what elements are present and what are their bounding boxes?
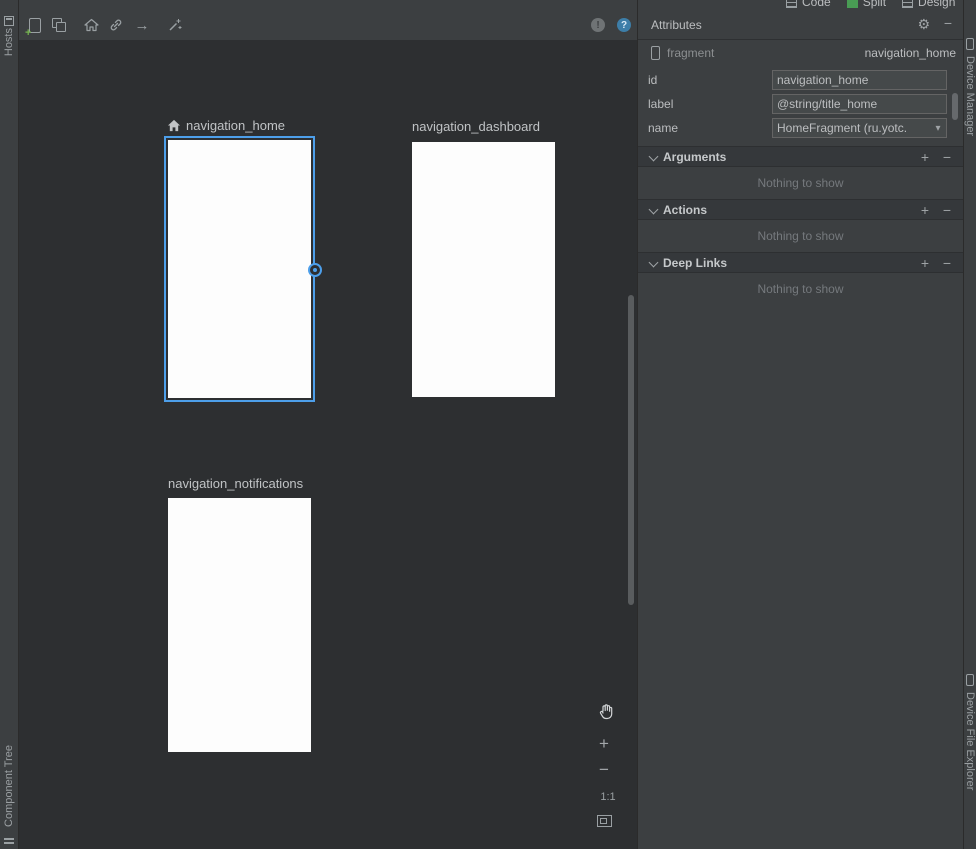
chevron-down-icon	[649, 258, 659, 268]
code-view-icon	[786, 0, 797, 8]
toolwindow-device-manager[interactable]: Device Manager	[964, 56, 976, 136]
section-arguments[interactable]: Arguments + −	[638, 146, 963, 167]
id-field-label: id	[648, 73, 657, 87]
label-field-label: label	[648, 97, 673, 111]
fragment-label-navigation-dashboard[interactable]: navigation_dashboard	[412, 119, 540, 134]
auto-arrange-icon	[167, 17, 183, 33]
chevron-down-icon	[649, 152, 659, 162]
fragment-preview-navigation-notifications[interactable]	[168, 498, 311, 752]
panel-scrollbar[interactable]	[952, 93, 958, 120]
toolwindow-device-file-explorer[interactable]: Device File Explorer	[964, 692, 976, 790]
link-destinations-button[interactable]	[107, 16, 125, 34]
new-destination-button[interactable]: +	[26, 16, 44, 34]
pan-hand-icon	[597, 703, 615, 721]
name-field-label: name	[648, 121, 678, 135]
deep-links-empty-text: Nothing to show	[638, 282, 963, 296]
hide-panel-icon[interactable]: −	[944, 15, 952, 31]
section-title: Actions	[663, 203, 707, 217]
add-action-icon[interactable]: +	[921, 202, 929, 218]
name-dropdown[interactable]: HomeFragment (ru.yotc. ▾	[772, 118, 947, 138]
remove-deep-link-icon[interactable]: −	[943, 255, 951, 271]
device-manager-icon[interactable]	[966, 38, 974, 50]
add-argument-icon[interactable]: +	[921, 149, 929, 165]
zoom-ratio-label[interactable]: 1:1	[593, 791, 623, 803]
arguments-empty-text: Nothing to show	[638, 176, 963, 190]
component-type-label: fragment	[667, 46, 714, 60]
remove-argument-icon[interactable]: −	[943, 149, 951, 165]
component-tree-icon[interactable]	[4, 838, 14, 846]
tab-design-label: Design	[918, 0, 955, 9]
fragment-icon	[651, 46, 660, 60]
fragment-preview-navigation-home[interactable]	[164, 136, 315, 402]
design-toolbar: + → ! ?	[19, 0, 637, 40]
selected-component-row: fragment navigation_home	[651, 44, 956, 62]
error-icon: !	[591, 18, 605, 32]
home-icon	[84, 18, 99, 32]
left-tool-stripe: Hosts Component Tree	[0, 0, 19, 849]
help-icon: ?	[617, 18, 631, 32]
toolwindow-component-tree[interactable]: Component Tree	[2, 745, 17, 827]
new-nested-graph-button[interactable]	[50, 16, 68, 34]
toolwindow-hosts[interactable]: Hosts	[2, 28, 17, 56]
tab-design[interactable]: Design	[902, 0, 955, 9]
zoom-to-fit-icon[interactable]	[597, 815, 612, 827]
fragment-label-navigation-home[interactable]: navigation_home	[167, 118, 285, 133]
new-destination-icon: +	[29, 18, 41, 33]
gear-icon[interactable]: ⚙	[917, 17, 930, 31]
split-view-icon	[847, 0, 858, 8]
pan-tool-button[interactable]	[597, 703, 615, 721]
editor-mode-tabs: Code Split Design	[786, 0, 955, 14]
fragment-preview-navigation-dashboard[interactable]	[412, 142, 555, 397]
remove-action-icon[interactable]: −	[943, 202, 951, 218]
start-destination-home-icon	[167, 119, 181, 132]
attributes-panel: Attributes ⚙ − fragment navigation_home …	[637, 0, 963, 849]
field-row-label: label	[638, 94, 963, 116]
attributes-panel-title: Attributes	[651, 18, 702, 32]
field-row-name: name HomeFragment (ru.yotc. ▾	[638, 118, 963, 140]
help-button[interactable]: ?	[615, 16, 633, 34]
zoom-out-button[interactable]: −	[599, 763, 609, 777]
right-tool-stripe: Device Manager Device File Explorer	[963, 0, 976, 849]
section-deep-links[interactable]: Deep Links + −	[638, 252, 963, 273]
label-input[interactable]	[772, 94, 947, 114]
auto-arrange-button[interactable]	[166, 16, 184, 34]
nested-graph-icon	[52, 18, 66, 32]
hosts-window-icon[interactable]	[4, 16, 14, 26]
zoom-in-button[interactable]: +	[599, 737, 609, 751]
device-file-explorer-icon[interactable]	[966, 674, 974, 686]
fragment-label-navigation-notifications[interactable]: navigation_notifications	[168, 476, 303, 491]
tab-split[interactable]: Split	[847, 0, 886, 9]
id-input[interactable]	[772, 70, 947, 90]
fragment-label-text: navigation_home	[186, 118, 285, 133]
add-deep-link-icon[interactable]: +	[921, 255, 929, 271]
start-destination-button[interactable]	[82, 16, 100, 34]
action-connection-handle[interactable]	[308, 263, 322, 277]
section-title: Deep Links	[663, 256, 727, 270]
name-dropdown-value: HomeFragment (ru.yotc.	[773, 121, 930, 135]
chevron-down-icon	[649, 205, 659, 215]
add-action-button[interactable]: →	[133, 16, 151, 34]
tab-code[interactable]: Code	[786, 0, 831, 9]
component-id-label: navigation_home	[865, 46, 956, 60]
design-view-icon	[902, 0, 913, 8]
canvas-vertical-scrollbar[interactable]	[628, 295, 634, 605]
navigation-editor-window: Code Split Design + → !	[0, 0, 976, 849]
fragment-label-text: navigation_notifications	[168, 476, 303, 491]
tab-split-label: Split	[863, 0, 886, 9]
action-arrow-icon: →	[135, 17, 150, 34]
section-actions[interactable]: Actions + −	[638, 199, 963, 220]
tab-code-label: Code	[802, 0, 831, 9]
fragment-label-text: navigation_dashboard	[412, 119, 540, 134]
field-row-id: id	[638, 70, 963, 92]
section-title: Arguments	[663, 150, 726, 164]
dropdown-arrow-icon: ▾	[930, 123, 946, 134]
link-icon	[108, 17, 124, 33]
issues-button[interactable]: !	[589, 16, 607, 34]
fragment-preview-surface	[168, 140, 311, 398]
actions-empty-text: Nothing to show	[638, 229, 963, 243]
navigation-graph-canvas[interactable]: navigation_home navigation_dashboard nav…	[19, 40, 637, 849]
